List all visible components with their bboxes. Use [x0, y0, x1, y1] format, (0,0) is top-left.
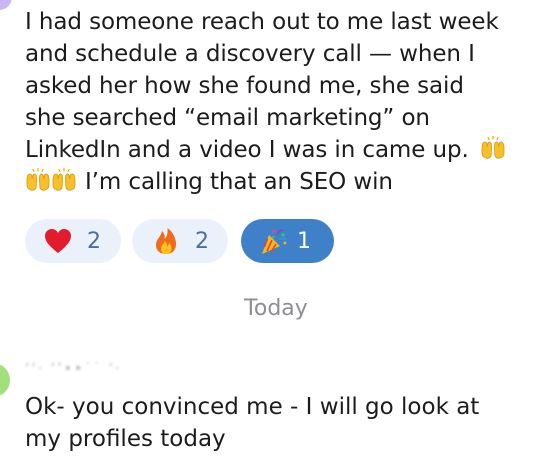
message-line: I’m calling that an SEO win [25, 166, 545, 198]
sender-avatar[interactable] [0, 0, 12, 10]
red-heart-icon [45, 229, 71, 253]
raising-hands-icon [52, 168, 76, 191]
reaction-fire-button[interactable]: 2 [132, 219, 228, 263]
sender-avatar[interactable] [0, 363, 10, 397]
reaction-party-button[interactable]: 1 [241, 219, 334, 263]
reaction-count: 2 [195, 228, 209, 254]
message-line: and schedule a discovery call — when I [25, 41, 475, 67]
message-line: my profiles today [25, 426, 226, 452]
message-line: LinkedIn and a video I was in came up. [25, 134, 545, 166]
message-line-text: I’m calling that an SEO win [85, 169, 393, 195]
raising-hands-icon [481, 136, 505, 159]
fire-icon [156, 228, 176, 254]
sender-name[interactable]: ʻʻ· ‘’••˙˙ ‘· [25, 361, 122, 377]
reaction-count: 1 [297, 228, 311, 254]
message-line: Ok- you convinced me - I will go look at [25, 394, 480, 420]
raising-hands-icon [26, 168, 50, 191]
reaction-heart-button[interactable]: 2 [25, 219, 121, 263]
reaction-count: 2 [87, 228, 101, 254]
date-divider: Today [244, 296, 308, 321]
message-line-text: LinkedIn and a video I was in came up. [25, 137, 469, 163]
party-popper-icon [262, 229, 287, 254]
message-body: I had someone reach out to me last week … [25, 6, 545, 198]
message-line: she searched “email marketing” on [25, 105, 430, 131]
reply-message-body: Ok- you convinced me - I will go look at… [25, 391, 545, 455]
message-line: I had someone reach out to me last week [25, 9, 499, 35]
message-line: asked her how she found me, she said [25, 73, 464, 99]
